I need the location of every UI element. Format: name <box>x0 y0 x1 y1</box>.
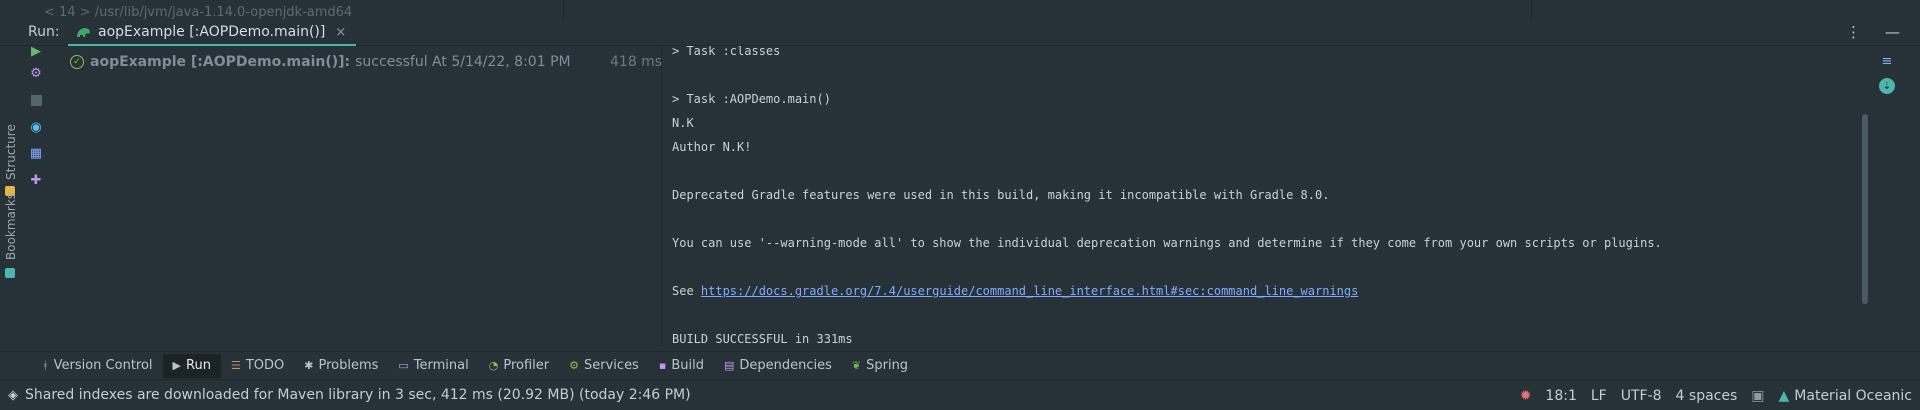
divider <box>563 0 564 20</box>
file-encoding[interactable]: UTF-8 <box>1621 388 1662 404</box>
dependencies-icon: ▤ <box>723 359 735 372</box>
soft-wrap-icon[interactable]: ≡ <box>1878 52 1896 70</box>
link-prefix: See <box>672 284 701 298</box>
run-label: Run: <box>28 24 60 40</box>
bookmark-icon <box>5 268 15 278</box>
gear-icon: ⚙ <box>569 359 580 372</box>
console-link-line: See https://docs.gradle.org/7.4/userguid… <box>672 284 1358 298</box>
play-icon: ▶ <box>172 359 182 372</box>
tool-tab-label: Spring <box>866 358 909 373</box>
task-name: aopExample [:AOPDemo.main()]: <box>90 54 351 70</box>
task-status: successful At 5/14/22, 8:01 PM <box>355 54 571 70</box>
tool-tab-label: TODO <box>245 358 285 373</box>
bookmarks-tab[interactable]: Bookmarks <box>4 193 18 260</box>
tool-tab-spring[interactable]: ❦ Spring <box>842 354 918 378</box>
bottom-tool-tabs: ᚼ Version Control ▶ Run ☰ TODO ✱ Problems ▭ Termi… <box>0 351 1920 379</box>
profiler-icon: ◔ <box>488 359 499 372</box>
hammer-icon: ▪ <box>658 359 667 372</box>
status-bar: ◈ Shared indexes are downloaded for Mave… <box>0 379 1920 410</box>
close-icon[interactable]: × <box>335 25 346 40</box>
right-tool-strip: ≡ ⇣ <box>1859 46 1920 346</box>
tool-tab-services[interactable]: ⚙ Services <box>559 354 649 378</box>
run-tab-label: aopExample [:AOPDemo.main()] <box>98 24 326 40</box>
layout-icon[interactable]: ▦ <box>28 145 44 161</box>
console-line: You can use '--warning-mode all' to show… <box>672 236 1662 250</box>
run-toolbar: ▶ ⚙ ◉ ▦ ✚ <box>20 43 52 346</box>
project-tree-partial-row: < 14 > /usr/lib/jvm/java-1.14.0-openjdk-… <box>0 0 1920 20</box>
event-log-icon[interactable]: ✹ <box>1520 388 1532 404</box>
tool-tab-label: Profiler <box>503 358 550 373</box>
left-tool-strip: Structure Bookmarks <box>0 46 20 346</box>
tool-tab-label: Services <box>584 358 639 373</box>
minimize-icon[interactable]: — <box>1885 23 1900 41</box>
run-tree-panel: ✓ aopExample [:AOPDemo.main()]: successf… <box>52 46 662 346</box>
console-line: Deprecated Gradle features were used in … <box>672 188 1330 202</box>
tool-tab-run[interactable]: ▶ Run <box>162 353 221 378</box>
line-separator[interactable]: LF <box>1591 388 1607 404</box>
success-check-icon: ✓ <box>70 55 84 69</box>
gradle-icon <box>77 28 90 37</box>
pin-icon[interactable]: ✚ <box>28 172 44 188</box>
layers-icon[interactable]: ◈ <box>8 388 18 403</box>
gradle-docs-link[interactable]: https://docs.gradle.org/7.4/userguide/co… <box>701 284 1358 298</box>
gear-icon[interactable]: ⚙ <box>28 65 44 81</box>
tool-tab-dependencies[interactable]: ▤ Dependencies <box>714 354 842 378</box>
terminal-icon: ▭ <box>398 359 409 372</box>
structure-tab[interactable]: Structure <box>4 124 18 180</box>
bookmarks-tab-label: Bookmarks <box>4 192 18 260</box>
console-line: > Task :classes <box>672 46 781 58</box>
tool-tab-label: Terminal <box>413 358 469 373</box>
console-line: N.K <box>672 116 694 130</box>
run-tree-row[interactable]: ✓ aopExample [:AOPDemo.main()]: successf… <box>70 54 662 70</box>
task-duration: 418 ms <box>610 54 663 70</box>
tool-tab-build[interactable]: ▪ Build <box>649 354 714 378</box>
eye-icon[interactable]: ◉ <box>28 119 44 135</box>
jdk-tree-node[interactable]: < 14 > /usr/lib/jvm/java-1.14.0-openjdk-… <box>44 5 352 20</box>
tool-tab-label: Build <box>671 358 704 373</box>
tool-tab-label: Problems <box>318 358 379 373</box>
tool-tab-todo[interactable]: ☰ TODO <box>221 354 294 378</box>
lock-icon[interactable]: ▣ <box>1751 388 1764 404</box>
console-scrollbar[interactable] <box>1862 114 1868 304</box>
bug-icon: ✱ <box>304 359 314 372</box>
stop-icon[interactable] <box>28 92 44 108</box>
branch-icon: ᚼ <box>42 359 49 372</box>
structure-tab-label: Structure <box>4 124 18 180</box>
console-line: Author N.K! <box>672 140 752 154</box>
run-tool-window-header: Run: aopExample [:AOPDemo.main()] × ⋮ — <box>0 20 1920 46</box>
tool-tab-label: Dependencies <box>739 358 832 373</box>
indent-setting[interactable]: 4 spaces <box>1676 388 1738 404</box>
theme-name: Material Oceanic <box>1794 387 1912 404</box>
list-icon: ☰ <box>230 359 241 372</box>
status-message[interactable]: Shared indexes are downloaded for Maven … <box>25 387 691 403</box>
console-output[interactable]: > Task :classes > Task :AOPDemo.main() N… <box>663 46 1859 346</box>
tool-tab-version-control[interactable]: ᚼ Version Control <box>32 354 163 378</box>
tool-tab-terminal[interactable]: ▭ Terminal <box>388 354 478 378</box>
material-theme-icon: ▲ <box>1778 387 1790 404</box>
caret-position[interactable]: 18:1 <box>1545 388 1576 404</box>
run-tab-aopexample[interactable]: aopExample [:AOPDemo.main()] × <box>68 20 357 46</box>
tool-tab-label: Run <box>186 358 211 373</box>
console-line: BUILD SUCCESSFUL in 331ms <box>672 332 853 346</box>
scroll-to-end-icon[interactable]: ⇣ <box>1878 77 1896 95</box>
console-line: > Task :AOPDemo.main() <box>672 92 831 106</box>
tool-tab-label: Version Control <box>53 358 153 373</box>
tool-tab-profiler[interactable]: ◔ Profiler <box>479 354 559 378</box>
spring-leaf-icon: ❦ <box>851 359 862 372</box>
theme-widget[interactable]: ▲ Material Oceanic <box>1779 388 1912 404</box>
divider <box>1531 0 1532 20</box>
tool-tab-problems[interactable]: ✱ Problems <box>294 354 388 378</box>
more-options-icon[interactable]: ⋮ <box>1846 23 1861 41</box>
rerun-icon[interactable]: ▶ <box>28 43 44 59</box>
